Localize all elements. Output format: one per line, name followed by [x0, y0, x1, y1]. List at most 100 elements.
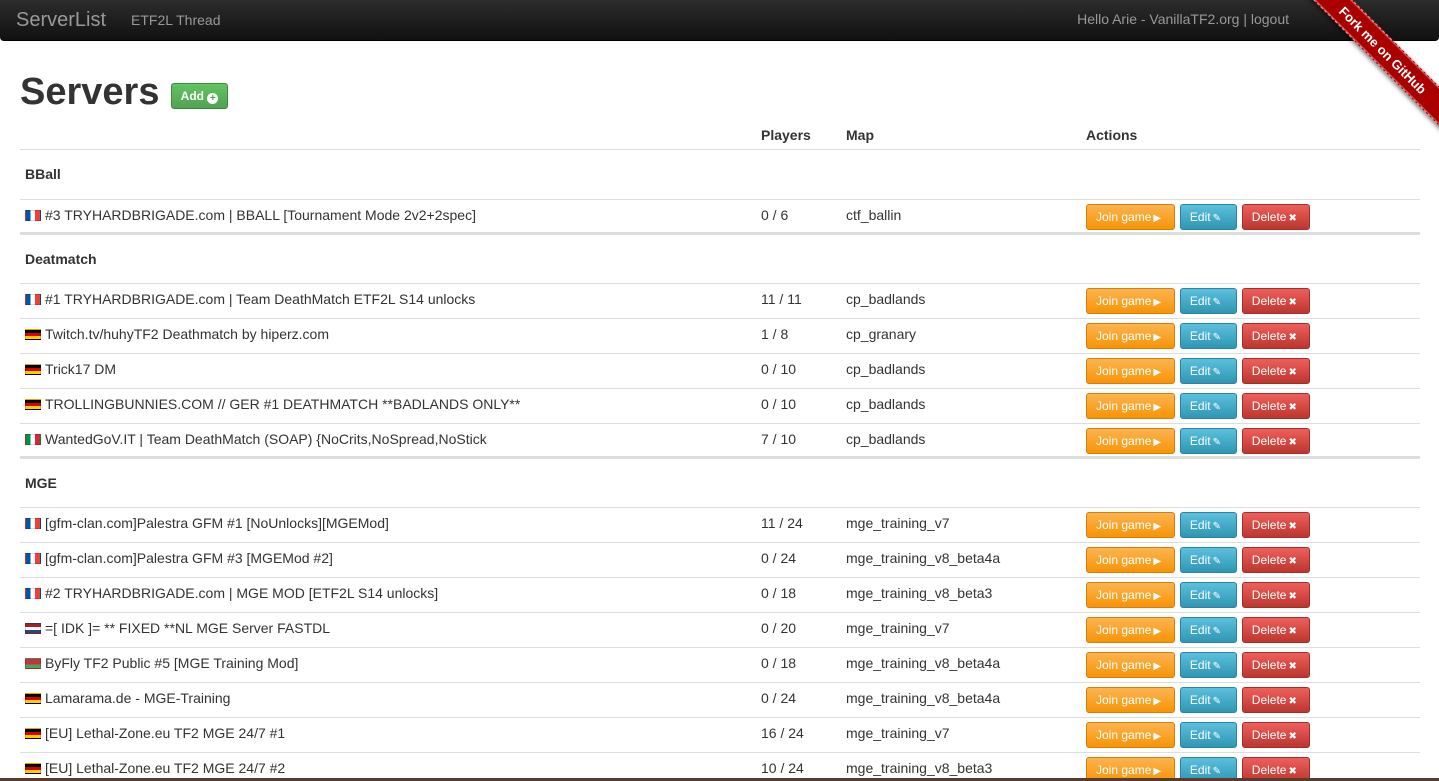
- edit-button[interactable]: Edit ✎: [1179, 323, 1237, 349]
- join-game-button[interactable]: Join game ▶: [1086, 204, 1175, 230]
- edit-label: Edit: [1189, 763, 1211, 777]
- page: ServerList ETF2L Thread Hello Arie - Van…: [0, 0, 1439, 778]
- edit-button[interactable]: Edit ✎: [1179, 512, 1237, 538]
- close-icon: ✖: [1288, 332, 1297, 343]
- map-cell: mge_training_v7: [846, 725, 950, 741]
- brand-link[interactable]: ServerList: [16, 9, 106, 32]
- delete-button[interactable]: Delete ✖: [1241, 722, 1310, 748]
- edit-button[interactable]: Edit ✎: [1179, 428, 1237, 454]
- map-cell: mge_training_v8_beta4a: [846, 690, 1001, 706]
- play-icon: ▶: [1153, 556, 1162, 567]
- row-actions: Join game ▶ Edit ✎ Delete ✖: [1086, 428, 1311, 454]
- join-label: Join game: [1096, 399, 1152, 413]
- table-body: BBall #3 TRYHARDBRIGADE.com | BBALL [Tour…: [20, 150, 1420, 778]
- edit-button[interactable]: Edit ✎: [1179, 652, 1237, 678]
- delete-button[interactable]: Delete ✖: [1241, 617, 1310, 643]
- edit-button[interactable]: Edit ✎: [1179, 204, 1237, 230]
- server-name-cell: WantedGoV.IT | Team DeathMatch (SOAP) {N…: [25, 431, 487, 447]
- edit-icon: ✎: [1212, 213, 1221, 224]
- edit-label: Edit: [1189, 364, 1211, 378]
- players-cell: 11 / 24: [761, 515, 803, 531]
- delete-button[interactable]: Delete ✖: [1241, 512, 1310, 538]
- play-icon: ▶: [1153, 626, 1162, 637]
- join-game-button[interactable]: Join game ▶: [1086, 652, 1175, 678]
- delete-label: Delete: [1251, 623, 1287, 637]
- group-name: MGE: [25, 475, 57, 491]
- delete-button[interactable]: Delete ✖: [1241, 687, 1310, 713]
- plus-circle-icon: +: [207, 93, 219, 104]
- table-header: Players Map Actions: [20, 118, 1420, 150]
- delete-button[interactable]: Delete ✖: [1241, 358, 1310, 384]
- user-greeting[interactable]: Hello Arie - VanillaTF2.org | logout: [1077, 11, 1289, 27]
- edit-icon: ✎: [1212, 766, 1221, 777]
- edit-button[interactable]: Edit ✎: [1179, 757, 1237, 778]
- join-game-button[interactable]: Join game ▶: [1086, 617, 1175, 643]
- add-server-button[interactable]: Add +: [171, 83, 228, 109]
- edit-button[interactable]: Edit ✎: [1179, 288, 1237, 314]
- join-game-button[interactable]: Join game ▶: [1086, 687, 1175, 713]
- group-name: Deatmatch: [25, 251, 97, 267]
- join-game-button[interactable]: Join game ▶: [1086, 757, 1175, 778]
- edit-icon: ✎: [1212, 402, 1221, 413]
- edit-label: Edit: [1189, 658, 1211, 672]
- play-icon: ▶: [1153, 661, 1162, 672]
- join-label: Join game: [1096, 518, 1152, 532]
- delete-button[interactable]: Delete ✖: [1241, 288, 1310, 314]
- server-name-cell: =[ IDK ]= ** FIXED **NL MGE Server FASTD…: [25, 620, 330, 636]
- close-icon: ✖: [1288, 402, 1297, 413]
- close-icon: ✖: [1288, 766, 1297, 777]
- header-players: Players: [761, 127, 811, 143]
- edit-icon: ✎: [1212, 367, 1221, 378]
- etf2l-thread-link[interactable]: ETF2L Thread: [131, 12, 221, 28]
- join-game-button[interactable]: Join game ▶: [1086, 582, 1175, 608]
- delete-button[interactable]: Delete ✖: [1241, 582, 1310, 608]
- delete-button[interactable]: Delete ✖: [1241, 323, 1310, 349]
- join-game-button[interactable]: Join game ▶: [1086, 428, 1175, 454]
- edit-button[interactable]: Edit ✎: [1179, 722, 1237, 748]
- delete-label: Delete: [1251, 364, 1287, 378]
- close-icon: ✖: [1288, 297, 1297, 308]
- map-cell: cp_badlands: [846, 291, 926, 307]
- close-icon: ✖: [1288, 367, 1297, 378]
- close-icon: ✖: [1288, 661, 1297, 672]
- table-row: #1 TRYHARDBRIGADE.com | Team DeathMatch …: [20, 283, 1420, 318]
- join-game-button[interactable]: Join game ▶: [1086, 547, 1175, 573]
- edit-button[interactable]: Edit ✎: [1179, 617, 1237, 643]
- country-flag-icon: [25, 728, 41, 739]
- play-icon: ▶: [1153, 402, 1162, 413]
- join-game-button[interactable]: Join game ▶: [1086, 512, 1175, 538]
- edit-button[interactable]: Edit ✎: [1179, 358, 1237, 384]
- server-name: [gfm-clan.com]Palestra GFM #1 [NoUnlocks…: [45, 515, 389, 531]
- join-game-button[interactable]: Join game ▶: [1086, 393, 1175, 419]
- edit-icon: ✎: [1212, 556, 1221, 567]
- edit-button[interactable]: Edit ✎: [1179, 582, 1237, 608]
- edit-button[interactable]: Edit ✎: [1179, 687, 1237, 713]
- join-game-button[interactable]: Join game ▶: [1086, 323, 1175, 349]
- players-cell: 0 / 6: [761, 207, 789, 223]
- server-name-cell: [EU] Lethal-Zone.eu TF2 MGE 24/7 #1: [25, 725, 285, 741]
- github-ribbon-label[interactable]: Fork me on GitHub: [1295, 0, 1439, 138]
- join-game-button[interactable]: Join game ▶: [1086, 722, 1175, 748]
- server-name: ByFly TF2 Public #5 [MGE Training Mod]: [45, 655, 299, 671]
- delete-label: Delete: [1251, 518, 1287, 532]
- edit-icon: ✎: [1212, 297, 1221, 308]
- delete-button[interactable]: Delete ✖: [1241, 204, 1310, 230]
- edit-label: Edit: [1189, 434, 1211, 448]
- delete-button[interactable]: Delete ✖: [1241, 428, 1310, 454]
- delete-button[interactable]: Delete ✖: [1241, 393, 1310, 419]
- edit-button[interactable]: Edit ✎: [1179, 393, 1237, 419]
- join-game-button[interactable]: Join game ▶: [1086, 288, 1175, 314]
- delete-label: Delete: [1251, 434, 1287, 448]
- delete-button[interactable]: Delete ✖: [1241, 547, 1310, 573]
- join-game-button[interactable]: Join game ▶: [1086, 358, 1175, 384]
- delete-button[interactable]: Delete ✖: [1241, 757, 1310, 778]
- table-row: [EU] Lethal-Zone.eu TF2 MGE 24/7 #1 16 / …: [20, 717, 1420, 752]
- edit-button[interactable]: Edit ✎: [1179, 547, 1237, 573]
- delete-label: Delete: [1251, 329, 1287, 343]
- server-name-cell: Twitch.tv/huhyTF2 Deathmatch by hiperz.c…: [25, 326, 329, 342]
- delete-button[interactable]: Delete ✖: [1241, 652, 1310, 678]
- github-ribbon[interactable]: Fork me on GitHub: [1290, 0, 1439, 149]
- edit-label: Edit: [1189, 518, 1211, 532]
- edit-label: Edit: [1189, 623, 1211, 637]
- play-icon: ▶: [1153, 297, 1162, 308]
